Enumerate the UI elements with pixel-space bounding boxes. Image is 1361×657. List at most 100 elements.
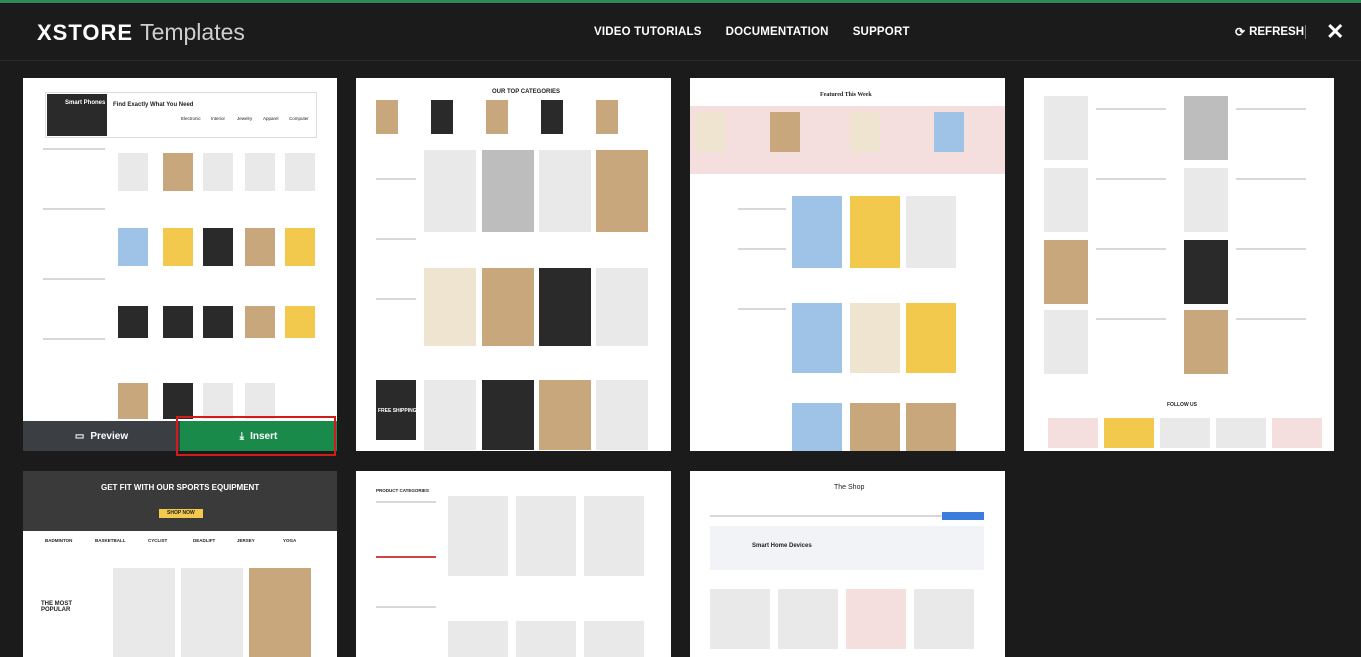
- product-thumb: [596, 150, 648, 232]
- product-thumb: [203, 306, 233, 338]
- sport-category: DEADLIFT: [193, 538, 216, 543]
- product-thumb: [516, 496, 576, 576]
- product-thumb: [1184, 96, 1228, 160]
- preview-button[interactable]: ▭ Preview: [23, 421, 180, 451]
- product-thumb: [596, 268, 648, 346]
- category-thumb: [486, 100, 508, 134]
- header-divider: [1305, 25, 1306, 39]
- sport-category: BADMINTON: [45, 538, 73, 543]
- product-thumb: [203, 383, 233, 419]
- category-jewelry: Jewelry: [237, 116, 253, 121]
- product-info: [1096, 318, 1166, 320]
- card-heading: Featured This Week: [820, 92, 872, 98]
- filter-search-button: [942, 512, 984, 520]
- product-thumb: [424, 268, 476, 346]
- product-thumb: [245, 228, 275, 266]
- book-cover: [792, 196, 842, 268]
- card-heading: OUR TOP CATEGORIES: [492, 89, 561, 95]
- product-thumb: [914, 589, 974, 649]
- product-thumb: [596, 380, 648, 450]
- product-thumb: [118, 383, 148, 419]
- template-card-3[interactable]: Featured This Week: [690, 78, 1005, 451]
- product-thumb: [482, 380, 534, 450]
- product-thumb: [203, 228, 233, 266]
- product-thumb: [1044, 310, 1088, 374]
- social-tile: [1216, 418, 1266, 448]
- product-thumb: [539, 380, 591, 450]
- sidebar-line: [43, 338, 105, 340]
- sport-category: CYCLIST: [148, 538, 168, 543]
- product-thumb: [245, 306, 275, 338]
- top-nav: VIDEO TUTORIALS DOCUMENTATION SUPPORT: [594, 26, 910, 38]
- refresh-button[interactable]: ⟳ REFRESH: [1235, 25, 1304, 39]
- book-cover: [906, 303, 956, 373]
- product-thumb: [424, 380, 476, 450]
- category-interior: Interior: [211, 116, 226, 121]
- product-thumb: [482, 268, 534, 346]
- sidebar-line: [376, 606, 436, 608]
- book-cover: [850, 403, 900, 451]
- product-thumb: [778, 589, 838, 649]
- product-info: [1236, 108, 1306, 110]
- sidebar-line: [376, 178, 416, 180]
- product-thumb: [163, 153, 193, 191]
- book-cover: [850, 196, 900, 268]
- sidebar-line: [43, 278, 105, 280]
- product-thumb: [1184, 310, 1228, 374]
- book-cover: [906, 403, 956, 451]
- product-thumb: [448, 496, 508, 576]
- book-cover: [770, 112, 800, 152]
- social-tile: [1048, 418, 1098, 448]
- template-card-4[interactable]: FOLLOW US: [1024, 78, 1334, 451]
- logo-subtitle: Templates: [140, 19, 245, 45]
- nav-documentation[interactable]: DOCUMENTATION: [726, 26, 829, 38]
- product-thumb: [846, 589, 906, 649]
- product-thumb: [163, 228, 193, 266]
- sidebar-line: [43, 208, 105, 210]
- template-card-5[interactable]: GET FIT WITH OUR SPORTS EQUIPMENT SHOP N…: [23, 471, 337, 657]
- product-thumb: [285, 306, 315, 338]
- product-thumb: [163, 306, 193, 338]
- product-info: [1236, 318, 1306, 320]
- product-thumb: [203, 153, 233, 191]
- product-thumb: [285, 228, 315, 266]
- category-thumb: [541, 100, 563, 134]
- product-thumb: [482, 150, 534, 232]
- template-card-1[interactable]: Smart Phones Find Exactly What You Need …: [23, 78, 337, 451]
- sidebar-line: [738, 248, 786, 250]
- hero-title: Smart Phones: [65, 100, 106, 106]
- sport-category: YOGA: [283, 538, 297, 543]
- book-cover: [850, 112, 880, 152]
- sidebar-line: [738, 308, 786, 310]
- book-cover: [696, 112, 726, 152]
- preview-label: Preview: [90, 430, 129, 442]
- product-thumb: [113, 568, 175, 657]
- category-thumb: [376, 100, 398, 134]
- template-card-2[interactable]: OUR TOP CATEGORIES FREE SHIPPING: [356, 78, 671, 451]
- product-thumb: [539, 150, 591, 232]
- nav-video-tutorials[interactable]: VIDEO TUTORIALS: [594, 26, 702, 38]
- product-info: [1236, 248, 1306, 250]
- product-thumb: [539, 268, 591, 346]
- book-cover: [934, 112, 964, 152]
- product-thumb: [448, 621, 508, 657]
- product-thumb: [584, 621, 644, 657]
- close-icon[interactable]: ✕: [1326, 21, 1344, 43]
- logo: XSTORE Templates: [37, 19, 245, 46]
- product-thumb: [245, 383, 275, 419]
- template-card-7[interactable]: The Shop Smart Home Devices: [690, 471, 1005, 657]
- app-header: XSTORE Templates VIDEO TUTORIALS DOCUMEN…: [0, 3, 1361, 61]
- product-thumb: [118, 153, 148, 191]
- nav-support[interactable]: SUPPORT: [853, 26, 910, 38]
- product-info: [1096, 178, 1166, 180]
- template-card-6[interactable]: PRODUCT CATEGORIES: [356, 471, 671, 657]
- hero-banner: [23, 471, 337, 531]
- product-thumb: [285, 153, 315, 191]
- hero-heading: GET FIT WITH OUR SPORTS EQUIPMENT: [101, 483, 260, 492]
- book-cover: [792, 303, 842, 373]
- product-thumb: [163, 383, 193, 419]
- sidebar-line: [43, 148, 105, 150]
- product-thumb: [118, 228, 148, 266]
- product-thumb: [516, 621, 576, 657]
- insert-highlight-frame: [176, 416, 336, 456]
